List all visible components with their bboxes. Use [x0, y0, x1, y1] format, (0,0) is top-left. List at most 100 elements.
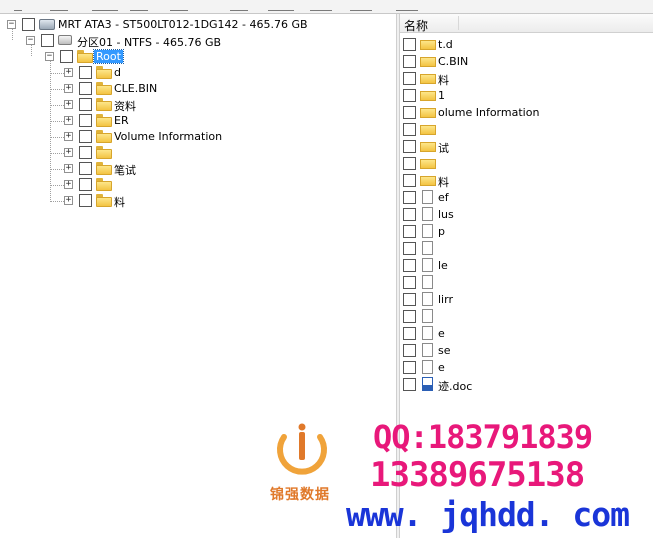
list-item[interactable]: olume Information	[400, 104, 653, 121]
checkbox[interactable]	[79, 178, 92, 191]
tree-connector	[51, 169, 64, 170]
list-item-label: 试	[438, 142, 449, 155]
file-icon	[420, 309, 436, 324]
checkbox[interactable]	[79, 162, 92, 175]
tree-row-folder[interactable]: + d	[0, 65, 396, 81]
list-item[interactable]	[400, 308, 653, 325]
checkbox[interactable]	[403, 259, 416, 272]
tree-row-folder[interactable]: + 笔试	[0, 161, 396, 177]
expand-icon[interactable]: +	[64, 100, 73, 109]
checkbox[interactable]	[403, 276, 416, 289]
tree-row-folder[interactable]: + 料	[0, 193, 396, 209]
checkbox[interactable]	[403, 72, 416, 85]
checkbox[interactable]	[403, 208, 416, 221]
list-item[interactable]: se	[400, 342, 653, 359]
toolbar-button[interactable]	[230, 0, 248, 11]
list-item[interactable]: 试	[400, 138, 653, 155]
expand-icon[interactable]: +	[64, 68, 73, 77]
checkbox[interactable]	[403, 174, 416, 187]
tree-row-folder[interactable]: + Volume Information	[0, 129, 396, 145]
tree-row-folder[interactable]: +	[0, 145, 396, 161]
column-header-name[interactable]: 名称	[404, 17, 428, 34]
tree-connector	[51, 121, 64, 122]
checkbox[interactable]	[403, 106, 416, 119]
tree-row-root[interactable]: − Root	[0, 49, 396, 65]
collapse-icon[interactable]: −	[26, 36, 35, 45]
expand-icon[interactable]: +	[64, 180, 73, 189]
expand-icon[interactable]: +	[64, 148, 73, 157]
list-item[interactable]: 1	[400, 87, 653, 104]
checkbox[interactable]	[403, 361, 416, 374]
toolbar-button[interactable]	[310, 0, 332, 11]
list-item[interactable]: p	[400, 223, 653, 240]
list-item[interactable]: lus	[400, 206, 653, 223]
expand-icon[interactable]: +	[64, 116, 73, 125]
checkbox[interactable]	[403, 327, 416, 340]
list-item[interactable]	[400, 240, 653, 257]
list-item[interactable]: 料	[400, 70, 653, 87]
checkbox[interactable]	[403, 344, 416, 357]
folder-icon	[96, 66, 112, 79]
expand-icon[interactable]: +	[64, 132, 73, 141]
list-item[interactable]: t.d	[400, 36, 653, 53]
checkbox[interactable]	[79, 98, 92, 111]
expand-icon[interactable]: +	[64, 84, 73, 93]
checkbox[interactable]	[79, 130, 92, 143]
expand-icon[interactable]: +	[64, 196, 73, 205]
list-item[interactable]: e	[400, 359, 653, 376]
toolbar-button[interactable]	[170, 0, 188, 11]
tree-row-folder[interactable]: + CLE.BIN	[0, 81, 396, 97]
list-item-label: t.d	[438, 38, 453, 51]
toolbar-button[interactable]	[396, 0, 418, 11]
list-item[interactable]	[400, 274, 653, 291]
toolbar-button[interactable]	[50, 0, 68, 11]
column-divider[interactable]	[458, 16, 459, 30]
checkbox[interactable]	[41, 34, 54, 47]
list-item[interactable]: 迹.doc	[400, 376, 653, 393]
list-item[interactable]	[400, 155, 653, 172]
tree-row-disk[interactable]: − MRT ATA3 - ST500LT012-1DG142 - 465.76 …	[0, 17, 396, 33]
collapse-icon[interactable]: −	[7, 20, 16, 29]
checkbox[interactable]	[403, 378, 416, 391]
toolbar-button[interactable]	[350, 0, 372, 11]
checkbox[interactable]	[403, 242, 416, 255]
checkbox[interactable]	[79, 146, 92, 159]
list-item[interactable]: 料	[400, 172, 653, 189]
list-item[interactable]	[400, 121, 653, 138]
checkbox[interactable]	[403, 123, 416, 136]
checkbox[interactable]	[79, 82, 92, 95]
checkbox[interactable]	[79, 194, 92, 207]
checkbox[interactable]	[22, 18, 35, 31]
list-item[interactable]: e	[400, 325, 653, 342]
checkbox[interactable]	[403, 89, 416, 102]
tree-connector	[51, 137, 64, 138]
toolbar-button[interactable]	[92, 0, 118, 11]
collapse-icon[interactable]: −	[45, 52, 54, 61]
expand-icon[interactable]: +	[64, 164, 73, 173]
checkbox[interactable]	[60, 50, 73, 63]
checkbox[interactable]	[403, 191, 416, 204]
list-item[interactable]: ef	[400, 189, 653, 206]
checkbox[interactable]	[403, 38, 416, 51]
toolbar-button[interactable]	[268, 0, 294, 11]
folder-icon	[420, 139, 436, 154]
list-item[interactable]: C.BIN	[400, 53, 653, 70]
tree-row-folder[interactable]: + ER	[0, 113, 396, 129]
checkbox[interactable]	[403, 140, 416, 153]
checkbox[interactable]	[79, 66, 92, 79]
toolbar-button[interactable]	[130, 0, 148, 11]
list-item[interactable]: lirr	[400, 291, 653, 308]
tree-row-folder[interactable]: + 资料	[0, 97, 396, 113]
tree-row-folder[interactable]: +	[0, 177, 396, 193]
toolbar-button[interactable]	[14, 0, 22, 11]
checkbox[interactable]	[403, 310, 416, 323]
checkbox[interactable]	[403, 157, 416, 170]
list-item-label: lus	[438, 208, 454, 221]
folder-icon	[77, 50, 93, 63]
tree-row-partition[interactable]: − 分区01 - NTFS - 465.76 GB	[0, 33, 396, 49]
checkbox[interactable]	[403, 225, 416, 238]
checkbox[interactable]	[79, 114, 92, 127]
list-item[interactable]: le	[400, 257, 653, 274]
checkbox[interactable]	[403, 55, 416, 68]
checkbox[interactable]	[403, 293, 416, 306]
